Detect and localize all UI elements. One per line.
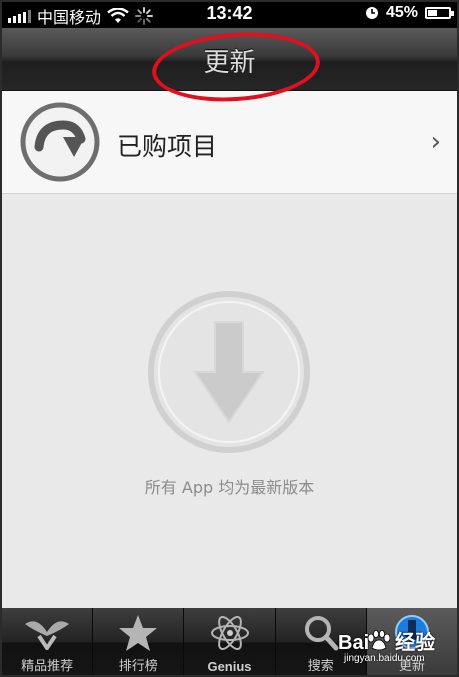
battery-percent: 45% [385,4,418,21]
star-icon [119,615,158,651]
watermark-url: jingyan.baidu.com [344,653,425,664]
tab-label: 排行榜 [118,658,158,673]
download-arrow-circle-icon [148,291,310,453]
purchased-items-label: 已购项目 [117,132,218,161]
updates-content: 所有 App 均为最新版本 [2,194,457,608]
atom-icon [210,616,249,650]
status-bar: 中国移动 13:42 45% [0,0,459,28]
featured-icon [25,621,70,650]
purchased-items-row[interactable]: 已购项目 › [2,91,457,194]
purchased-circle-arrow-icon [20,102,100,182]
battery-icon [425,7,454,19]
tab-label: 精品推荐 [21,658,74,673]
tab-label: Genius [207,659,252,674]
chevron-right-icon: › [430,127,441,157]
all-apps-updated-message: 所有 App 均为最新版本 [144,478,315,497]
search-icon [304,616,339,651]
baidu-watermark: Bai 经验 jingyan.baidu.com [338,626,456,666]
baidu-paw-logo-icon [367,630,390,651]
tab-featured[interactable]: 精品推荐 [2,608,94,677]
tab-genius[interactable]: Genius [184,608,276,677]
clock-icon [365,7,378,19]
tab-charts[interactable]: 排行榜 [93,608,185,677]
